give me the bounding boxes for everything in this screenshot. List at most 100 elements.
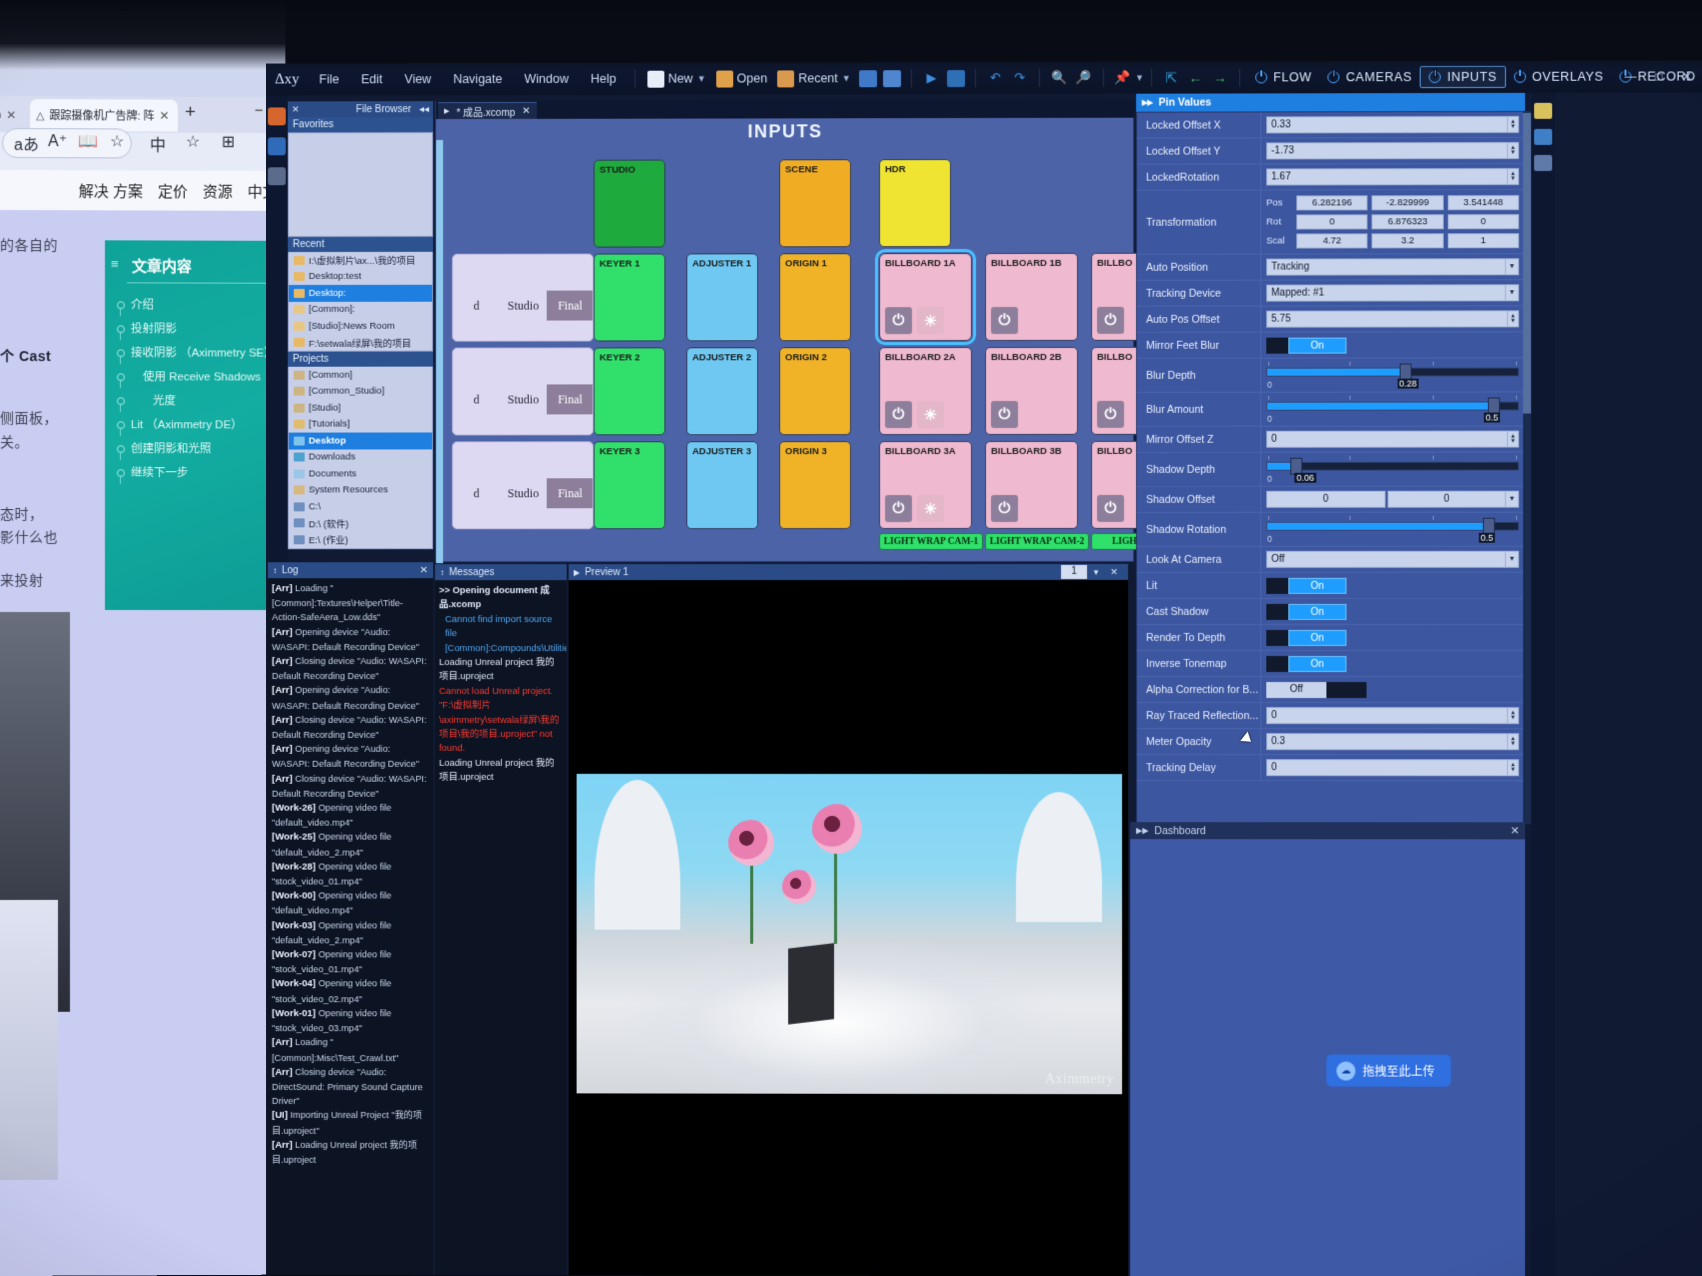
power-icon[interactable]: ⏻ (1097, 494, 1125, 522)
list-item[interactable]: Documents (289, 465, 432, 482)
new-button[interactable]: New ▼ (642, 70, 711, 88)
expand-icon[interactable]: ↕ (273, 566, 277, 575)
add-collection-icon[interactable]: ⊞ (222, 132, 235, 152)
list-item[interactable]: [Common]: (289, 301, 432, 318)
source-hdr[interactable]: HDR (879, 159, 952, 248)
vertical-scrollbar[interactable] (436, 140, 444, 564)
minimize-icon[interactable]: — (1617, 66, 1643, 88)
billboard-1a[interactable]: BILLBOARD 1A ⏻ ☀ (875, 249, 976, 346)
blur-amount-slider[interactable]: 0 0.5 (1266, 393, 1520, 425)
menu-help[interactable]: Help (580, 63, 628, 95)
collapse-tabs-icon[interactable]: − (255, 102, 264, 119)
expand-icon[interactable]: ↕ (440, 568, 444, 577)
stepper[interactable]: ▲ ▼ (1507, 168, 1520, 186)
power-icon[interactable]: ⏻ (1097, 306, 1125, 334)
chevron-down-icon[interactable]: ▼ (1505, 284, 1520, 302)
collapse-icon[interactable]: ◂◂ (419, 104, 429, 115)
source-studio[interactable]: STUDIO (593, 159, 666, 248)
menu-navigate[interactable]: Navigate (442, 63, 513, 95)
rot-y-input[interactable]: 6.876323 (1371, 214, 1444, 230)
list-item[interactable]: Desktop (288, 432, 433, 450)
light-icon[interactable]: ☀ (917, 495, 945, 523)
list-item[interactable]: System Resources (289, 482, 432, 499)
nav-item-pricing[interactable]: 定价 (158, 180, 188, 201)
file-browser-icon[interactable] (267, 137, 286, 156)
device-icon[interactable] (267, 167, 286, 186)
ray-traced-reflection-input[interactable]: 0 (1266, 707, 1508, 725)
segment-option-active[interactable]: Final (546, 290, 594, 321)
translate-icon[interactable]: 中 (150, 132, 166, 156)
toc-item[interactable]: 投射阴影 (113, 316, 287, 340)
billboard-3a[interactable]: BILLBOARD 3A ⏻ ☀ (879, 441, 973, 530)
stepper[interactable]: ▲ ▼ (1507, 430, 1520, 448)
list-item[interactable]: [Common_Studio] (289, 383, 432, 400)
list-item[interactable]: Desktop: (288, 284, 433, 302)
stepper[interactable]: ▲ ▼ (1507, 707, 1520, 725)
settings-gear-icon[interactable] (1534, 154, 1553, 172)
back-arrow-icon[interactable]: ← (1186, 69, 1204, 86)
messages-content[interactable]: >> Opening document 成品.xcomp Cannot find… (435, 580, 567, 1276)
dashboard-icon[interactable] (1534, 102, 1553, 119)
close-icon[interactable]: ✕ (522, 105, 530, 116)
power-icon[interactable]: ⏻ (991, 400, 1019, 428)
cast-shadow-toggle[interactable]: On (1266, 603, 1347, 620)
mode-tab-flow[interactable]: FLOW (1247, 67, 1320, 87)
read-aloud-icon[interactable]: aあ (14, 131, 39, 155)
lit-toggle[interactable]: On (1266, 577, 1347, 594)
rot-z-input[interactable]: 0 (1447, 214, 1520, 230)
menu-view[interactable]: View (394, 63, 443, 95)
scal-z-input[interactable]: 1 (1447, 233, 1520, 249)
power-icon[interactable]: ⏻ (885, 307, 913, 335)
shadow-offset-x-input[interactable]: 0 (1266, 490, 1386, 508)
close-icon[interactable]: ✕ (292, 104, 300, 115)
browser-tab-inactive[interactable]: om ✕ (0, 99, 32, 131)
inverse-tonemap-toggle[interactable]: On (1266, 655, 1347, 672)
light-wrap-cam-1[interactable]: LIGHT WRAP CAM-1 (879, 533, 983, 551)
toc-item[interactable]: 介绍 (113, 292, 287, 316)
close-icon[interactable]: ✕ (420, 565, 428, 576)
expand-icon[interactable]: ▸▸ (1142, 97, 1153, 109)
billboard-2a[interactable]: BILLBOARD 2A ⏻ ☀ (879, 347, 973, 436)
shadow-offset-y-input[interactable]: 0 (1387, 490, 1506, 508)
chevron-down-icon[interactable]: ▾ (1087, 564, 1106, 579)
camera-selector-1[interactable]: d Studio Final (452, 253, 594, 342)
stepper[interactable]: ▲ ▼ (1507, 141, 1520, 160)
list-item[interactable]: C:\ (289, 498, 432, 515)
list-item[interactable]: [Studio] (289, 400, 432, 417)
auto-position-select[interactable]: Tracking (1266, 258, 1506, 276)
power-icon[interactable]: ⏻ (1097, 400, 1125, 428)
close-icon[interactable]: ✕ (1105, 564, 1124, 579)
scrollbar-thumb[interactable] (1523, 112, 1532, 414)
shadow-depth-slider[interactable]: 0 0.06 (1266, 453, 1520, 485)
pin-values-scrollbar[interactable] (1523, 110, 1532, 825)
close-icon[interactable]: ✕ (6, 108, 16, 122)
expand-icon[interactable]: ▶ (574, 568, 580, 577)
billboard-2b[interactable]: BILLBOARD 2B ⏻ (985, 346, 1079, 435)
power-icon[interactable]: ⏻ (991, 306, 1019, 334)
light-icon[interactable]: ☀ (917, 307, 945, 335)
segment-option[interactable]: Studio (500, 384, 547, 414)
menu-edit[interactable]: Edit (350, 63, 393, 95)
preview-index[interactable]: 1 (1061, 564, 1088, 579)
list-item[interactable]: D:\ (软件) (289, 515, 432, 532)
toc-item[interactable]: 继续下一步 (113, 460, 287, 484)
chevron-down-icon[interactable]: ▼ (1505, 550, 1520, 568)
tracking-delay-input[interactable]: 0 (1266, 759, 1508, 777)
list-item[interactable]: [Common] (289, 367, 432, 384)
keyer-3[interactable]: KEYER 3 (593, 441, 666, 530)
chevron-down-icon[interactable]: ▼ (697, 74, 706, 84)
dashboard-body[interactable]: ☁ 拖拽至此上传 (1130, 839, 1526, 1276)
billboard-3b[interactable]: BILLBOARD 3B ⏻ (985, 440, 1079, 529)
zoom-in-icon[interactable]: 🔍 (1050, 69, 1068, 86)
alpha-correction-toggle[interactable]: Off (1266, 681, 1367, 698)
play-icon[interactable]: ▶ (922, 70, 940, 87)
pos-y-input[interactable]: -2.829999 (1371, 195, 1444, 211)
stepper[interactable]: ▲ ▼ (1507, 115, 1520, 133)
power-icon[interactable]: ⏻ (885, 401, 913, 429)
reading-view-icon[interactable]: 📖 (78, 131, 98, 151)
chevron-down-icon[interactable]: ▼ (842, 73, 851, 83)
mirror-feet-blur-toggle[interactable]: On (1266, 337, 1347, 354)
segment-option[interactable]: d (453, 478, 500, 508)
maximize-icon[interactable]: □ (1646, 66, 1672, 88)
render-to-depth-toggle[interactable]: On (1266, 629, 1347, 646)
